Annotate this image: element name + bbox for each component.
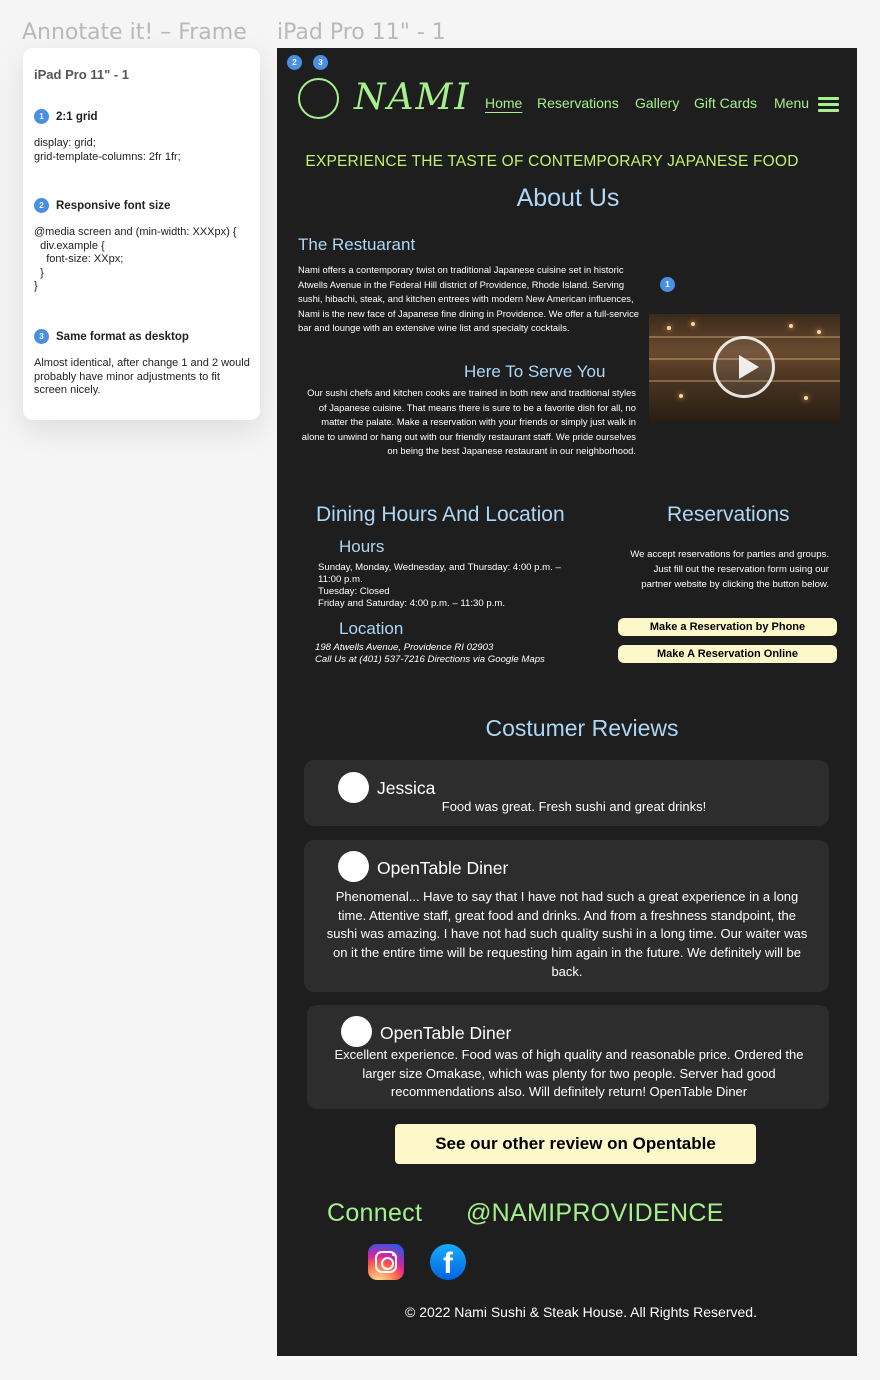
- nav-gallery[interactable]: Gallery: [635, 95, 679, 111]
- play-icon[interactable]: [713, 336, 775, 398]
- reserve-online-button[interactable]: Make A Reservation Online: [618, 645, 837, 663]
- annotation-card-title: iPad Pro 11" - 1: [34, 67, 130, 82]
- about-title: About Us: [516, 184, 620, 212]
- review-text: Phenomenal... Have to say that I have no…: [326, 889, 808, 979]
- hours-text: Sunday, Monday, Wednesday, and Thursday:…: [318, 562, 561, 609]
- annotation-number-badge: 1: [34, 109, 49, 124]
- location-title: Location: [339, 619, 404, 638]
- restaurant-title: The Restuarant: [298, 235, 416, 254]
- review-card: OpenTable Diner Excellent experience. Fo…: [307, 1005, 829, 1109]
- dining-title: Dining Hours And Location: [316, 503, 565, 526]
- review-text: Excellent experience. Food was of high q…: [334, 1047, 804, 1100]
- location-text: 198 Atwells Avenue, Providence RI 02903 …: [315, 642, 545, 665]
- annotation-marker-3: 3: [313, 55, 328, 70]
- annotation-item: 3 Same format as desktop Almost identica…: [34, 329, 254, 398]
- review-card: Jessica Food was great. Fresh sushi and …: [304, 760, 829, 826]
- facebook-icon[interactable]: f: [430, 1244, 466, 1280]
- footer-copyright: © 2022 Nami Sushi & Steak House. All Rig…: [405, 1304, 757, 1320]
- reserve-by-phone-button[interactable]: Make a Reservation by Phone: [618, 618, 837, 636]
- serve-title: Here To Serve You: [464, 362, 606, 381]
- restaurant-video[interactable]: [649, 314, 840, 421]
- facebook-glyph: f: [443, 1247, 453, 1280]
- nav-home[interactable]: Home: [485, 95, 522, 111]
- logo-text[interactable]: NAMI: [354, 78, 471, 118]
- nav-menu[interactable]: Menu: [774, 95, 809, 111]
- annotation-item-title: Same format as desktop: [56, 330, 189, 343]
- serve-text: Our sushi chefs and kitchen cooks are tr…: [301, 387, 636, 457]
- connect-label: Connect: [327, 1199, 423, 1227]
- annotation-item: 2 Responsive font size @media screen and…: [34, 198, 254, 294]
- review-card: OpenTable Diner Phenomenal... Have to sa…: [304, 840, 829, 992]
- nav-gift-cards[interactable]: Gift Cards: [694, 95, 757, 111]
- hero-tagline: EXPERIENCE THE TASTE OF CONTEMPORARY JAP…: [305, 153, 799, 170]
- social-handle[interactable]: @NAMIPROVIDENCE: [466, 1199, 724, 1228]
- ipad-frame: 2 3 NAMI Home Reservations Gallery Gift …: [277, 48, 857, 1356]
- annotation-card: iPad Pro 11" - 1 1 2:1 grid display: gri…: [23, 48, 260, 420]
- annotation-item: 1 2:1 grid display: grid; grid-template-…: [34, 109, 254, 164]
- annotation-item-body: display: grid; grid-template-columns: 2f…: [34, 137, 181, 163]
- annotation-item-body: Almost identical, after change 1 and 2 w…: [34, 357, 250, 396]
- review-author: OpenTable Diner: [380, 1023, 512, 1043]
- hamburger-menu-icon[interactable]: [818, 97, 839, 112]
- annotation-item-title: Responsive font size: [56, 199, 171, 212]
- annotation-marker-1: 1: [660, 277, 675, 292]
- ipad-frame-label: iPad Pro 11" - 1: [277, 20, 446, 45]
- hours-title: Hours: [339, 537, 385, 556]
- annotation-item-title: 2:1 grid: [56, 110, 98, 123]
- reservations-title: Reservations: [667, 503, 790, 526]
- annotation-marker-2: 2: [287, 55, 302, 70]
- reservations-text: We accept reservations for parties and g…: [630, 549, 829, 590]
- restaurant-text: Nami offers a contemporary twist on trad…: [298, 264, 639, 334]
- logo-icon[interactable]: [298, 78, 339, 119]
- review-text: Food was great. Fresh sushi and great dr…: [441, 799, 707, 814]
- avatar: [338, 851, 369, 882]
- review-author: Jessica: [377, 778, 436, 798]
- nav-reservations[interactable]: Reservations: [537, 95, 619, 111]
- annotation-frame-label: Annotate it! – Frame: [22, 20, 247, 45]
- instagram-icon[interactable]: [368, 1244, 404, 1280]
- reviews-title: Costumer Reviews: [485, 715, 679, 741]
- annotation-number-badge: 3: [34, 329, 49, 344]
- review-author: OpenTable Diner: [377, 858, 509, 878]
- avatar: [341, 1016, 372, 1047]
- annotation-number-badge: 2: [34, 198, 49, 213]
- annotation-item-body: @media screen and (min-width: XXXpx) { d…: [34, 226, 237, 292]
- other-reviews-button[interactable]: See our other review on Opentable: [395, 1124, 756, 1164]
